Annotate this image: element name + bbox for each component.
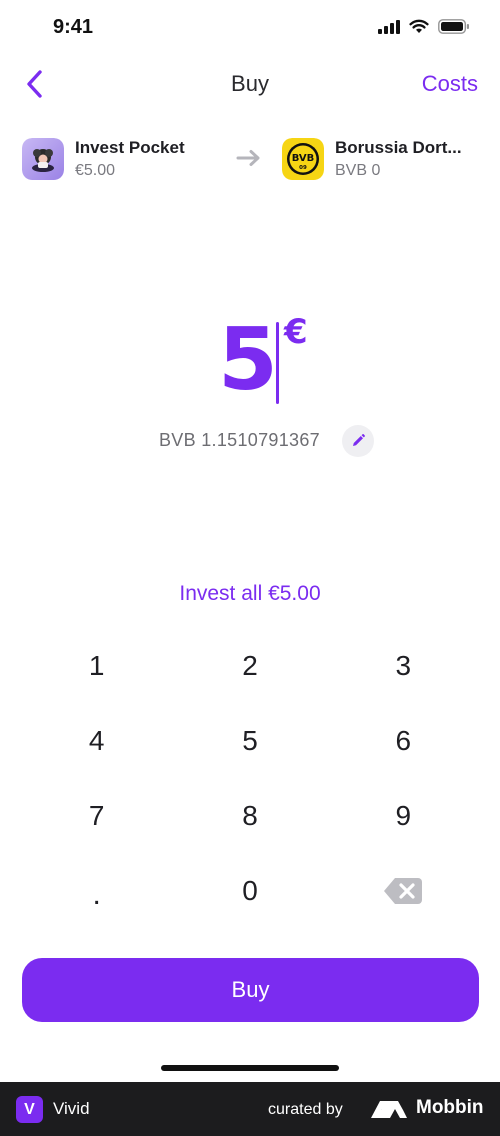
- target-asset-name: Borussia Dort...: [335, 138, 462, 157]
- footer-bar: V Vivid curated by Mobbin: [0, 1082, 500, 1136]
- backspace-icon: [384, 877, 423, 904]
- key-7[interactable]: 7: [20, 778, 173, 853]
- mobbin-logo-icon: [371, 1101, 407, 1118]
- key-3[interactable]: 3: [327, 628, 480, 703]
- status-icons: [378, 19, 470, 34]
- key-8[interactable]: 8: [173, 778, 326, 853]
- converted-amount: BVB 1.1510791367: [159, 430, 320, 450]
- bvb-logo-text: BVB: [292, 153, 315, 164]
- wifi-icon: [409, 19, 429, 33]
- status-bar: 9:41: [0, 0, 500, 56]
- battery-icon: [438, 19, 469, 34]
- app-name: Vivid: [53, 1099, 90, 1118]
- signal-icon: [378, 19, 400, 34]
- arrow-right-icon: [236, 150, 260, 166]
- source-pocket-balance: €5.00: [75, 162, 116, 179]
- numeric-keypad: 1 2 3 4 5 6 7 8 9 . 0: [20, 628, 480, 928]
- curated-by-label: curated by: [268, 1101, 343, 1118]
- source-pocket-name: Invest Pocket: [75, 138, 185, 157]
- key-1[interactable]: 1: [20, 628, 173, 703]
- status-time: 9:41: [53, 16, 94, 38]
- key-2[interactable]: 2: [173, 628, 326, 703]
- bvb-logo-sub: 09: [299, 165, 307, 171]
- key-9[interactable]: 9: [327, 778, 480, 853]
- key-6[interactable]: 6: [327, 703, 480, 778]
- text-cursor: [276, 322, 279, 404]
- nav-bar: Buy Costs: [0, 60, 500, 108]
- invest-all-button[interactable]: Invest all €5.00: [0, 582, 500, 606]
- vivid-logo-icon: V: [16, 1096, 43, 1123]
- transfer-row: Invest Pocket €5.00 BVB 09 Borussia Dort…: [0, 136, 500, 182]
- key-decimal[interactable]: .: [20, 853, 173, 928]
- amount-value: 5: [218, 310, 278, 410]
- pencil-icon: [353, 434, 365, 446]
- target-asset-holding: BVB 0: [335, 162, 381, 179]
- amount-currency: €: [284, 312, 308, 352]
- key-4[interactable]: 4: [20, 703, 173, 778]
- bvb-logo-icon: BVB 09: [282, 138, 324, 180]
- conversion-row: BVB 1.1510791367: [0, 424, 500, 458]
- key-0[interactable]: 0: [173, 853, 326, 928]
- buy-button[interactable]: Buy: [22, 958, 479, 1022]
- key-5[interactable]: 5: [173, 703, 326, 778]
- amount-display: 5 €: [0, 312, 500, 412]
- source-pocket[interactable]: Invest Pocket €5.00: [22, 136, 185, 182]
- home-indicator: [161, 1065, 339, 1071]
- mobbin-brand: Mobbin: [416, 1097, 484, 1118]
- costs-link[interactable]: Costs: [422, 71, 478, 97]
- edit-amount-button[interactable]: [342, 425, 374, 457]
- target-asset[interactable]: BVB 09 Borussia Dort... BVB 0: [282, 136, 462, 182]
- key-backspace[interactable]: [327, 853, 480, 928]
- invest-pocket-icon: [22, 138, 64, 180]
